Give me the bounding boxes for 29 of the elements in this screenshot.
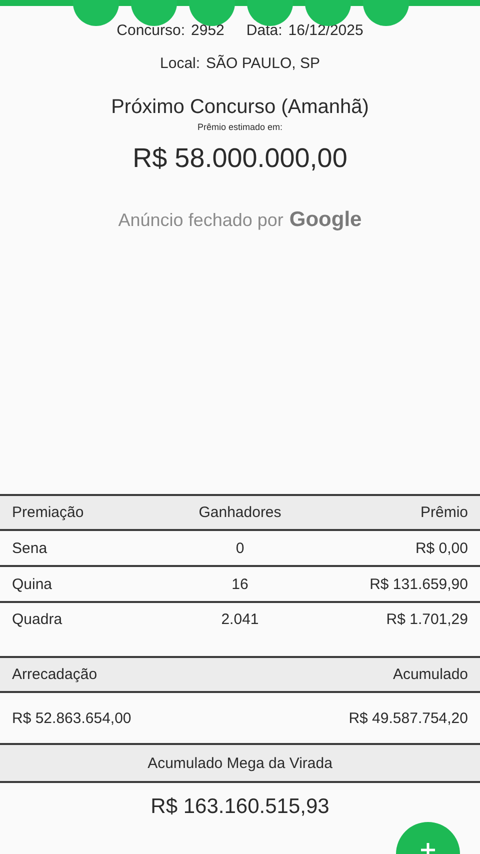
ad-brand: Google: [289, 208, 362, 232]
mega-virada-amount: R$ 163.160.515,93: [150, 795, 330, 819]
column-header: Arrecadação: [12, 666, 98, 683]
table-cell-text: 2.041: [220, 611, 260, 628]
table-cell-text: Quina: [12, 576, 54, 592]
contest-place: SÃO PAULO, SP: [206, 55, 320, 72]
ad-closed-text: Anúncio fechado por: [118, 210, 284, 231]
contest-label: Concurso:: [116, 22, 186, 39]
table-cell-text: 16: [230, 576, 250, 592]
column-header: Ganhadores: [198, 504, 282, 521]
column-header: Acumulado: [392, 666, 468, 683]
column-header: Prêmio: [419, 504, 468, 521]
plus-icon: [420, 842, 436, 854]
place-label: Local:: [160, 55, 200, 72]
table-cell-text: R$ 1.701,29: [385, 611, 468, 628]
date-label: Data:: [246, 22, 282, 39]
table-cell-text: R$ 49.587.754,20: [348, 710, 468, 726]
table-cell-text: R$ 131.659,90: [368, 576, 468, 592]
next-contest-title: Próximo Concurso (Amanhã): [111, 96, 369, 119]
table-cell-text: Quadra: [12, 611, 64, 628]
mega-virada-label: Acumulado Mega da Virada: [148, 754, 332, 772]
estimated-prize-amount: R$ 58.000.000,00: [132, 143, 348, 174]
table-cell-text: R$ 52.863.654,00: [12, 710, 132, 726]
table-cell-text: 0: [234, 540, 246, 556]
table-cell-text: R$ 0,00: [414, 540, 468, 556]
contest-date: 16/12/2025: [288, 22, 364, 39]
column-header: Premiação: [12, 504, 85, 521]
table-cell-text: Sena: [12, 540, 48, 556]
estimated-prize-label: Prêmio estimado em:: [197, 122, 283, 132]
